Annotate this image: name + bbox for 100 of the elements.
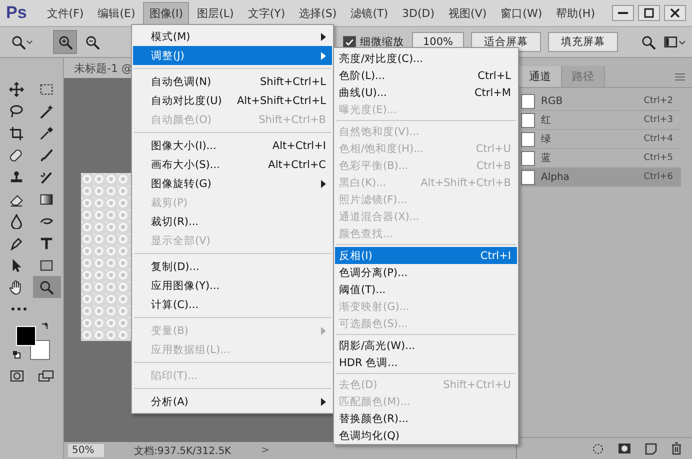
channel-row[interactable]: 红 Ctrl+3 xyxy=(521,111,681,130)
channel-row[interactable]: 绿 Ctrl+4 xyxy=(521,130,681,149)
magic-wand-icon xyxy=(39,104,54,118)
menu-item[interactable]: 复制(D)... xyxy=(133,257,332,276)
menu-item[interactable]: 滤镜(T) xyxy=(344,2,394,24)
menu-label: 阈值(T)... xyxy=(339,282,387,296)
app-logo: Ps xyxy=(6,3,27,23)
menu-item[interactable]: 选择(S) xyxy=(293,2,343,24)
menu-label: 黑白(K)... xyxy=(339,176,388,190)
channel-shortcut: Ctrl+5 xyxy=(644,153,673,163)
mask-icon xyxy=(618,443,631,454)
background-swatch[interactable] xyxy=(30,340,50,360)
more-icon xyxy=(10,306,26,312)
menu-item[interactable]: 分析(A) xyxy=(133,392,332,411)
menu-label: 模式(M) xyxy=(151,30,192,44)
submenu-arrow-icon xyxy=(321,32,326,40)
menu-item[interactable]: 调整(J) xyxy=(133,46,332,65)
menu-item[interactable]: 计算(C)... xyxy=(133,295,332,314)
channel-thumbnail xyxy=(521,150,535,166)
channel-row[interactable]: RGB Ctrl+2 xyxy=(521,92,681,111)
minimize-button[interactable] xyxy=(612,5,634,21)
shortcut-text: Alt+Ctrl+C xyxy=(268,158,326,170)
default-colors-icon xyxy=(12,350,20,359)
shortcut-text: Ctrl+M xyxy=(474,86,511,98)
channel-name: 蓝 xyxy=(541,152,552,165)
channel-name: 红 xyxy=(541,114,552,127)
menu-item[interactable]: 窗口(W) xyxy=(494,2,548,24)
move-icon xyxy=(9,82,24,96)
menu-item[interactable]: 曲线(U)... Ctrl+M xyxy=(335,84,517,101)
menu-label: 调整(J) xyxy=(151,48,186,62)
menu-item[interactable]: 裁切(R)... xyxy=(133,212,332,231)
workspace-icon xyxy=(664,35,686,49)
menu-label: 图像旋转(G) xyxy=(151,176,212,190)
submenu-arrow-icon xyxy=(321,326,326,334)
menu-label: 色彩平衡(B)... xyxy=(339,158,410,172)
channel-thumbnail xyxy=(521,132,535,146)
menu-label: 色阶(L)... xyxy=(339,68,386,82)
menu-label: 裁剪(P) xyxy=(151,196,189,210)
brush-icon xyxy=(39,148,54,162)
menu-item[interactable]: 图像(I) xyxy=(143,2,190,24)
menu-item[interactable]: 图像旋转(G) xyxy=(133,174,332,193)
menu-item[interactable]: 图层(L) xyxy=(191,2,240,24)
menu-label: 自然饱和度(V)... xyxy=(339,124,420,138)
shortcut-text: Ctrl+B xyxy=(476,160,511,172)
menu-item[interactable]: 图像大小(I)... Alt+Ctrl+I xyxy=(133,136,332,155)
menu-item[interactable]: 反相(I) Ctrl+I xyxy=(335,247,517,264)
menu-item[interactable]: 文字(Y) xyxy=(242,2,292,24)
expand-arrow[interactable]: > xyxy=(261,445,270,456)
menu-item[interactable]: 应用图像(Y)... xyxy=(133,276,332,295)
menu-item[interactable]: 色调分离(P)... xyxy=(335,264,517,281)
menu-item[interactable]: 自动对比度(U) Alt+Shift+Ctrl+L xyxy=(133,91,332,110)
channel-row[interactable]: Alpha Ctrl+6 xyxy=(521,168,681,187)
checkbox[interactable] xyxy=(343,36,356,48)
foreground-swatch[interactable] xyxy=(16,326,36,346)
menu-item[interactable]: 画布大小(S)... Alt+Ctrl+C xyxy=(133,155,332,174)
eyedropper-icon xyxy=(39,126,54,140)
submenu-arrow-icon xyxy=(321,398,326,406)
toolbar-button[interactable]: 填充屏幕 xyxy=(548,32,618,52)
menu-label: 通道混合器(X)... xyxy=(339,210,420,224)
menu-label: 裁切(R)... xyxy=(151,214,200,228)
maximize-button[interactable] xyxy=(638,5,660,21)
close-icon xyxy=(670,8,680,18)
maximize-icon xyxy=(644,8,654,18)
minimize-icon xyxy=(618,12,628,14)
menu-label: 色调均化(Q) xyxy=(339,428,400,442)
close-button[interactable] xyxy=(664,5,686,21)
shortcut-text: Alt+Shift+Ctrl+L xyxy=(236,94,326,106)
magnifier-icon xyxy=(39,280,54,294)
channel-thumbnail xyxy=(521,94,535,108)
menu-item[interactable]: 色调均化(Q) xyxy=(335,427,517,444)
menu-item[interactable]: 替换颜色(R)... xyxy=(335,410,517,427)
menu-label: 陷印(T)... xyxy=(151,368,199,382)
menu-item[interactable]: 亮度/对比度(C)... xyxy=(335,50,517,67)
panel-tab[interactable]: 通道 xyxy=(519,66,562,87)
menu-item[interactable]: 视图(V) xyxy=(442,2,493,24)
menu-item[interactable]: HDR 色调... xyxy=(335,354,517,371)
caret-icon xyxy=(26,38,33,46)
lasso-icon xyxy=(9,104,24,118)
menu-item[interactable]: 帮助(H) xyxy=(550,2,601,24)
menu-label: 匹配颜色(M)... xyxy=(339,394,412,408)
menu-item[interactable]: 文件(F) xyxy=(40,2,90,24)
menu-item[interactable]: 阈值(T)... xyxy=(335,281,517,298)
menu-label: 图像大小(I)... xyxy=(151,138,218,152)
menu-item[interactable]: 色阶(L)... Ctrl+L xyxy=(335,67,517,84)
menu-item[interactable]: 3D(D) xyxy=(396,2,441,24)
dotted-circle-icon xyxy=(592,442,604,454)
search-icon xyxy=(641,34,656,50)
menu-label: 分析(A) xyxy=(151,394,190,408)
brush-icon xyxy=(39,170,54,184)
menu-item[interactable]: 模式(M) xyxy=(133,27,332,46)
magnifier-icon xyxy=(11,34,26,50)
menu-item[interactable]: 编辑(E) xyxy=(92,2,142,24)
menu-label: 复制(D)... xyxy=(151,260,200,274)
zoom-mode-button[interactable] xyxy=(53,30,77,54)
zoom-field[interactable]: 50% xyxy=(68,444,104,457)
menu-label: 应用图像(Y)... xyxy=(151,278,221,292)
channel-thumbnail xyxy=(521,170,535,184)
menu-label: 曲线(U)... xyxy=(339,86,388,100)
quick-mask-icon xyxy=(10,370,24,382)
menu-item[interactable]: 阴影/高光(W)... xyxy=(335,337,517,354)
